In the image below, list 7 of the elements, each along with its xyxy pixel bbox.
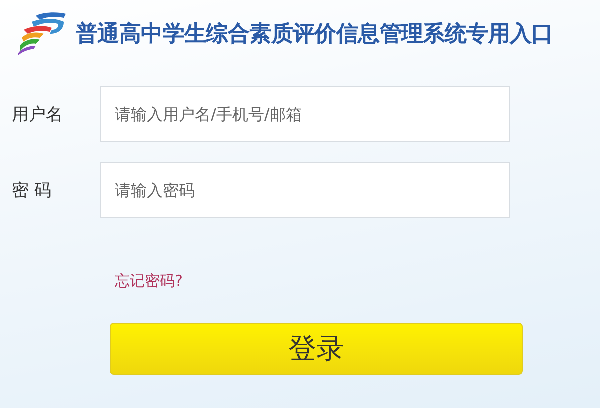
password-field[interactable]: 请输入密码 — [100, 162, 510, 218]
password-label: 密 码 — [11, 180, 52, 202]
forgot-password-link[interactable]: 忘记密码? — [115, 272, 183, 291]
username-field[interactable]: 请输入用户名/手机号/邮箱 — [100, 86, 510, 142]
username-label: 用户名 — [11, 104, 64, 126]
login-button[interactable]: 登录 — [110, 323, 523, 375]
system-title: 普通高中学生综合素质评价信息管理系统专用入口 — [76, 20, 554, 49]
